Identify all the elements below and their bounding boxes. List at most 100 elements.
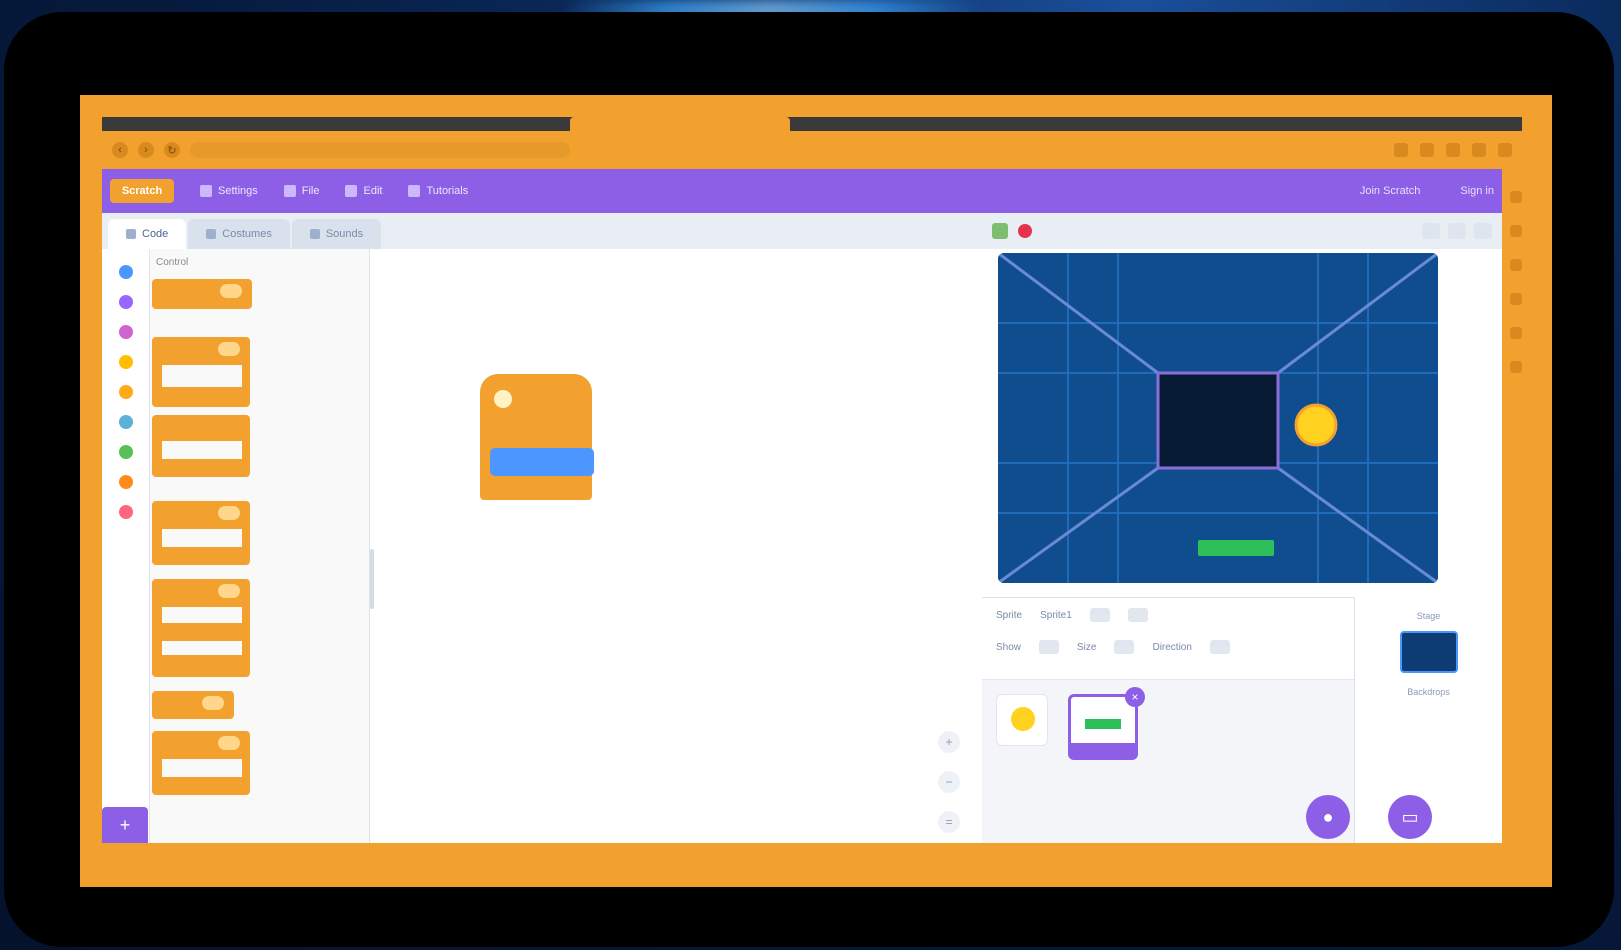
palette-section-title: Control <box>156 257 189 268</box>
script-when-flag[interactable] <box>480 374 594 500</box>
stop-icon[interactable] <box>1018 224 1032 238</box>
side-rail-icon[interactable] <box>1510 225 1522 237</box>
sprite-thumb-ball[interactable] <box>996 694 1048 746</box>
category-variables[interactable] <box>118 475 133 489</box>
side-rail-icon[interactable] <box>1510 259 1522 271</box>
tab-sounds[interactable]: Sounds <box>291 219 382 249</box>
block-wait[interactable] <box>152 279 252 309</box>
sprite-info: Sprite Sprite1 Show Size Direction <box>982 598 1354 680</box>
menu-settings[interactable]: Settings <box>200 185 258 197</box>
browser-tab-strip <box>102 117 1522 131</box>
delete-sprite-icon[interactable]: × <box>1125 687 1145 707</box>
category-operators[interactable] <box>118 445 133 459</box>
browser-address-bar: ‹ › ↻ <box>102 131 1522 169</box>
block-if-else[interactable] <box>152 579 250 677</box>
block-mouth <box>162 759 242 777</box>
sprite-info-row-1: Sprite Sprite1 <box>996 608 1340 622</box>
zoom-out-icon[interactable]: − <box>938 771 960 793</box>
block-input[interactable] <box>218 506 240 520</box>
add-extension-button[interactable]: + <box>102 807 148 843</box>
download-icon[interactable] <box>1446 143 1460 157</box>
globe-icon <box>200 185 212 197</box>
ball-sprite <box>1294 403 1338 447</box>
small-stage-icon[interactable] <box>1422 223 1440 239</box>
scratch-menubar: Scratch Settings File Edit Tutorials Joi… <box>102 169 1502 213</box>
menu-edit-label: Edit <box>363 185 383 197</box>
side-rail-icon[interactable] <box>1510 293 1522 305</box>
block-mouth <box>162 529 242 547</box>
zoom-reset-icon[interactable]: = <box>938 811 960 833</box>
reload-icon[interactable]: ↻ <box>164 142 180 158</box>
y-field[interactable] <box>1127 608 1148 622</box>
sprite-thumb-paddle-selected[interactable]: × <box>1068 687 1145 760</box>
ball-thumbnail <box>1011 707 1035 731</box>
join-link[interactable]: Join Scratch <box>1360 185 1421 197</box>
forward-icon[interactable]: › <box>138 142 154 158</box>
choose-backdrop-button[interactable]: ▭ <box>1388 795 1432 839</box>
block-input[interactable] <box>218 736 240 750</box>
menu-icon[interactable] <box>1498 143 1512 157</box>
category-myblocks[interactable] <box>118 505 133 519</box>
show-toggle[interactable] <box>1039 640 1060 654</box>
direction-label: Direction <box>1152 641 1192 653</box>
stage-canvas[interactable] <box>998 253 1438 583</box>
backdrops-label: Backdrops <box>1407 687 1450 697</box>
block-mouth <box>162 441 242 459</box>
block-input[interactable] <box>218 342 240 356</box>
code-icon <box>126 229 136 239</box>
fullscreen-icon[interactable] <box>1474 223 1492 239</box>
size-field[interactable] <box>1114 640 1135 654</box>
large-stage-icon[interactable] <box>1448 223 1466 239</box>
category-looks[interactable] <box>118 295 133 309</box>
menu-edit[interactable]: Edit <box>345 185 382 197</box>
sprite-info-row-2: Show Size Direction <box>996 640 1340 654</box>
block-forever[interactable] <box>152 415 250 477</box>
block-if[interactable] <box>152 501 250 565</box>
bookmark-icon[interactable] <box>1420 143 1434 157</box>
stage-header <box>982 213 1502 249</box>
stage-backdrop-tunnel <box>998 253 1438 583</box>
zoom-controls: + − = <box>938 731 960 833</box>
scratch-logo[interactable]: Scratch <box>110 179 174 203</box>
category-control[interactable] <box>118 385 133 399</box>
scrollbar[interactable] <box>370 549 374 609</box>
menu-tutorials[interactable]: Tutorials <box>408 185 468 197</box>
tab-costumes[interactable]: Costumes <box>188 219 290 249</box>
tab-code-label: Code <box>142 228 169 240</box>
block-repeat[interactable] <box>152 337 250 407</box>
side-rail-icon[interactable] <box>1510 327 1522 339</box>
x-field[interactable] <box>1089 608 1110 622</box>
block-input[interactable] <box>202 696 224 710</box>
signin-link[interactable]: Sign in <box>1460 185 1494 197</box>
menu-settings-label: Settings <box>218 185 258 197</box>
side-rail-icon[interactable] <box>1510 361 1522 373</box>
block-input[interactable] <box>218 584 240 598</box>
choose-sprite-button[interactable]: ● <box>1306 795 1350 839</box>
menu-file[interactable]: File <box>283 185 319 197</box>
tab-code[interactable]: Code <box>108 219 187 249</box>
backdrop-thumbnail[interactable] <box>1399 631 1458 673</box>
sprite-label: Sprite <box>996 609 1023 621</box>
tablet-frame: ‹ › ↻ Scratch Settings File Edit Tutoria… <box>4 12 1614 947</box>
extension-icon[interactable] <box>1394 143 1408 157</box>
block-wait-until[interactable] <box>152 691 234 719</box>
category-motion[interactable] <box>118 265 133 279</box>
tab-costumes-label: Costumes <box>222 228 272 240</box>
script-area[interactable]: + − = <box>370 249 982 843</box>
block-repeat-until[interactable] <box>152 731 250 795</box>
green-flag-icon[interactable] <box>992 223 1008 239</box>
sprite-name-field[interactable]: Sprite1 <box>1040 610 1072 621</box>
cat-icon: ● <box>1322 806 1334 827</box>
category-events[interactable] <box>118 355 133 369</box>
direction-field[interactable] <box>1209 640 1230 654</box>
category-sensing[interactable] <box>118 415 133 429</box>
back-icon[interactable]: ‹ <box>112 142 128 158</box>
url-field[interactable] <box>190 142 570 158</box>
category-sound[interactable] <box>118 325 133 339</box>
side-rail-icon[interactable] <box>1510 191 1522 203</box>
sprite-panel: Sprite Sprite1 Show Size Direction × <box>982 597 1354 843</box>
profile-icon[interactable] <box>1472 143 1486 157</box>
zoom-in-icon[interactable]: + <box>938 731 960 753</box>
block-input[interactable] <box>220 284 242 298</box>
script-motion-block[interactable] <box>490 448 594 476</box>
